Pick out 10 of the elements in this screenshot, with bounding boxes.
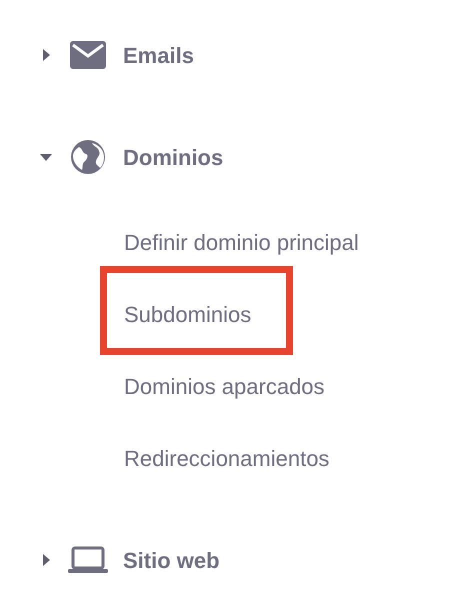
menu-item[interactable]: Emails — [123, 38, 194, 72]
menu-item[interactable]: Dominios — [123, 140, 224, 174]
submenu-item[interactable]: Definir dominio principal — [124, 226, 359, 258]
globe-icon — [70, 139, 106, 175]
submenu-item[interactable]: Dominios aparcados — [124, 370, 325, 402]
menu-item[interactable]: Sitio web — [123, 544, 220, 576]
envelope-icon — [70, 41, 106, 69]
submenu-item[interactable]: Subdominios — [124, 298, 252, 330]
submenu-item[interactable]: Redireccionamientos — [124, 442, 330, 474]
laptop-icon — [68, 546, 108, 574]
